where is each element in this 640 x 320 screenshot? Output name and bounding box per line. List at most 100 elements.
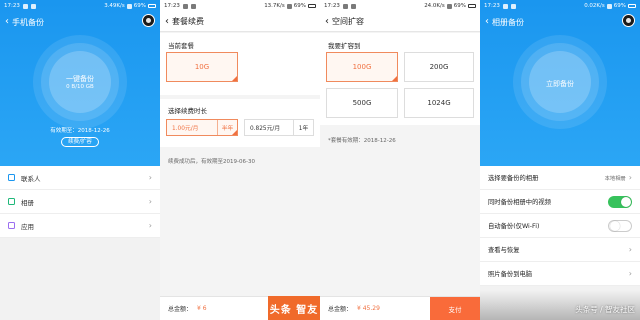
- contacts-icon: [8, 174, 15, 181]
- setting-value: 本地相册: [604, 175, 626, 182]
- backup-videos-row: 同时备份相册中的视频: [480, 190, 640, 214]
- capacity-option-1024g[interactable]: 1024G: [404, 88, 474, 118]
- select-album-row[interactable]: 选择要备份的相册 本地相册 ›: [480, 166, 640, 190]
- status-time: 17:23: [484, 3, 500, 9]
- source-credit: 头条号 / 智友社区: [575, 305, 635, 314]
- back-icon[interactable]: ‹: [325, 16, 329, 27]
- price-unit: 1年: [293, 120, 313, 135]
- notification-icon: [350, 3, 356, 9]
- chevron-right-icon: ›: [628, 269, 632, 278]
- network-speed: 0.02K/s: [584, 3, 605, 9]
- list-item-label: 联系人: [21, 174, 41, 183]
- status-time: 17:23: [164, 3, 180, 9]
- title-bar: ‹ 空间扩容: [320, 12, 480, 32]
- backup-to-pc-row[interactable]: 照片备份到电脑 ›: [480, 262, 640, 286]
- phone-backup-screen: 17:23 3.49K/s 69% ‹ 手机备份 一键备份 0 B/10 GB 有…: [0, 0, 160, 320]
- network-speed: 13.7K/s: [264, 3, 285, 9]
- battery-icon: [468, 4, 476, 8]
- list-item-photos[interactable]: 相册 ›: [0, 190, 160, 214]
- pay-button[interactable]: 支付: [430, 296, 480, 320]
- notification-icon: [190, 3, 196, 9]
- battery-icon: [628, 4, 636, 8]
- capacity-option-100g[interactable]: 100G: [326, 52, 398, 82]
- toggle-knob: [621, 196, 631, 207]
- plan-expiry-note: *套餐有效期：2018-12-26: [328, 138, 396, 144]
- expiry-date: 有效期至：2018-12-26: [50, 128, 110, 134]
- network-speed: 24.0K/s: [424, 3, 445, 9]
- notification-icon: [22, 3, 28, 9]
- list-item-apps[interactable]: 应用 ›: [0, 214, 160, 238]
- price-unit: 半年: [217, 120, 237, 135]
- notification-icon: [502, 3, 508, 9]
- total-label: 总金额：: [328, 306, 353, 313]
- battery-percent: 69%: [133, 3, 146, 9]
- album-backup-screen: 17:23 0.02K/s 69% ‹ 相册备份 立即备份 选择要备份的相册 本地…: [480, 0, 640, 320]
- battery-icon: [148, 4, 156, 8]
- plan-renewal-screen: 17:23 13.7K/s 69% ‹ 套餐续费 当前套餐 10G 选择续费时长 …: [160, 0, 320, 320]
- list-item-contacts[interactable]: 联系人 ›: [0, 166, 160, 190]
- backup-button-label: 一键备份: [66, 75, 94, 83]
- capacity-option-200g[interactable]: 200G: [404, 52, 474, 82]
- price-option-half-year[interactable]: 1.00元/月 半年: [166, 119, 238, 136]
- signal-icon: [286, 3, 292, 9]
- setting-label: 选择要备份的相册: [488, 175, 539, 182]
- chevron-right-icon: ›: [628, 173, 632, 182]
- network-speed: 3.49K/s: [104, 3, 125, 9]
- price-value: 0.825元/月: [250, 126, 281, 132]
- renew-expand-button[interactable]: 续费/扩容: [61, 137, 99, 147]
- checkout-bar: 总金额： ¥ 45.29 支付: [320, 296, 480, 320]
- page-title: 相册备份: [492, 17, 524, 27]
- battery-percent: 69%: [453, 3, 466, 9]
- photo-album-icon: [8, 198, 15, 205]
- back-icon[interactable]: ‹: [485, 17, 489, 27]
- backup-category-list: 联系人 › 相册 › 应用 ›: [0, 166, 160, 238]
- watermark-logo: 头条 智友: [268, 296, 320, 320]
- chevron-right-icon: ›: [148, 173, 152, 182]
- signal-icon: [606, 3, 612, 9]
- price-option-one-year[interactable]: 0.825元/月 1年: [244, 119, 314, 136]
- chevron-right-icon: ›: [628, 245, 632, 254]
- view-restore-row[interactable]: 查看与恢复 ›: [480, 238, 640, 262]
- page-title: 空间扩容: [332, 17, 364, 26]
- current-plan-label: 当前套餐: [168, 42, 194, 50]
- status-time: 17:23: [324, 3, 340, 9]
- price-value: 1.00元/月: [172, 126, 199, 132]
- duration-label: 选择续费时长: [168, 107, 207, 115]
- page-title: 手机备份: [12, 17, 44, 27]
- notification-icon: [342, 3, 348, 9]
- auto-backup-row: 自动备份(仅Wi-Fi): [480, 214, 640, 238]
- status-bar: 17:23 3.49K/s 69%: [0, 0, 160, 12]
- setting-label: 查看与恢复: [488, 247, 520, 254]
- battery-percent: 69%: [293, 3, 306, 9]
- chevron-right-icon: ›: [148, 221, 152, 230]
- status-time: 17:23: [4, 3, 20, 9]
- storage-usage: 0 B/10 GB: [66, 84, 94, 90]
- total-label: 总金额：: [168, 306, 193, 313]
- back-icon[interactable]: ‹: [5, 17, 9, 27]
- expand-label: 我要扩容到: [328, 42, 361, 50]
- notification-icon: [182, 3, 188, 9]
- space-expansion-screen: 17:23 24.0K/s 69% ‹ 空间扩容 我要扩容到 100G 200G …: [320, 0, 480, 320]
- capacity-option-500g[interactable]: 500G: [326, 88, 398, 118]
- auto-backup-toggle[interactable]: [608, 219, 632, 232]
- status-bar: 17:23 0.02K/s 69%: [480, 0, 640, 12]
- title-bar: ‹ 相册备份: [480, 12, 640, 32]
- setting-label: 同时备份相册中的视频: [488, 199, 551, 206]
- back-icon[interactable]: ‹: [165, 16, 169, 27]
- total-value: ¥ 45.29: [357, 305, 380, 312]
- status-bar: 17:23 13.7K/s 69%: [160, 0, 320, 12]
- backup-videos-toggle[interactable]: [608, 195, 632, 208]
- avatar[interactable]: [622, 14, 635, 27]
- list-item-label: 应用: [21, 222, 34, 231]
- title-bar: ‹ 套餐续费: [160, 12, 320, 32]
- signal-icon: [446, 3, 452, 9]
- notification-icon: [510, 3, 516, 9]
- album-backup-settings: 选择要备份的相册 本地相册 › 同时备份相册中的视频 自动备份(仅Wi-Fi) …: [480, 166, 640, 286]
- title-bar: ‹ 手机备份: [0, 12, 160, 32]
- setting-label: 照片备份到电脑: [488, 271, 533, 278]
- current-plan-option[interactable]: 10G: [166, 52, 238, 82]
- backup-button-label: 立即备份: [546, 80, 574, 88]
- toggle-knob: [610, 220, 620, 231]
- list-item-label: 相册: [21, 198, 34, 207]
- avatar[interactable]: [142, 14, 155, 27]
